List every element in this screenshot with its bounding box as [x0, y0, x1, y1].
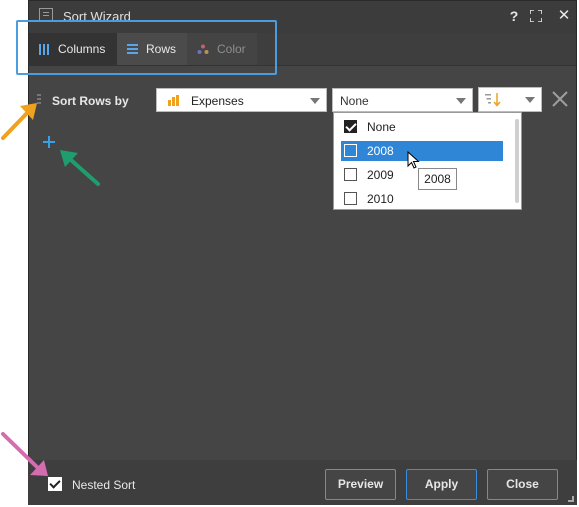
dropdown-option[interactable]: 2010: [341, 189, 503, 209]
tabs-callout-box: [16, 20, 277, 75]
maximize-icon: [529, 9, 543, 23]
maximize-button[interactable]: [527, 7, 545, 25]
checkbox[interactable]: [344, 168, 357, 181]
option-label: 2010: [367, 192, 394, 206]
scrollbar[interactable]: [515, 119, 519, 203]
tooltip: 2008: [418, 168, 457, 190]
apply-button[interactable]: Apply: [406, 469, 477, 500]
field-select[interactable]: Expenses: [156, 88, 327, 112]
sort-order-select[interactable]: [478, 87, 542, 112]
pink-arrow-icon: [1, 432, 48, 476]
option-label: None: [367, 120, 396, 134]
add-sort-button[interactable]: [42, 133, 56, 153]
close-button[interactable]: Close: [487, 469, 558, 500]
help-button[interactable]: ?: [505, 7, 523, 25]
close-window-button[interactable]: ✕: [555, 7, 573, 25]
sort-wizard-dialog: Sort Wizard ? ✕ Columns Rows Color: [28, 0, 577, 505]
sort-descending-icon: [485, 93, 501, 107]
checkbox[interactable]: [344, 144, 357, 157]
dropdown-option[interactable]: None: [341, 117, 503, 137]
nested-sort-label: Nested Sort: [72, 478, 136, 492]
option-label: 2009: [367, 168, 394, 182]
preview-button[interactable]: Preview: [325, 469, 396, 500]
sort-rows-label: Sort Rows by: [52, 94, 129, 108]
chevron-down-icon: [310, 98, 320, 104]
field-select-value: Expenses: [191, 94, 244, 108]
resize-grip-icon[interactable]: [568, 496, 574, 502]
checkbox[interactable]: [344, 120, 357, 133]
chevron-down-icon: [525, 97, 535, 103]
option-label: 2008: [367, 144, 394, 158]
close-icon: [552, 91, 568, 107]
orange-arrow-icon: [1, 103, 37, 140]
plus-icon: [43, 136, 55, 148]
remove-sort-button[interactable]: [549, 88, 571, 110]
measure-icon: [168, 95, 180, 106]
dropdown-option[interactable]: 2008: [341, 141, 503, 161]
member-dropdown-list: None 2008 2009 2010: [333, 112, 522, 210]
chevron-down-icon: [456, 98, 466, 104]
checkbox[interactable]: [344, 192, 357, 205]
member-select[interactable]: None: [332, 88, 473, 112]
green-arrow-icon: [60, 150, 100, 186]
member-select-value: None: [340, 94, 369, 108]
